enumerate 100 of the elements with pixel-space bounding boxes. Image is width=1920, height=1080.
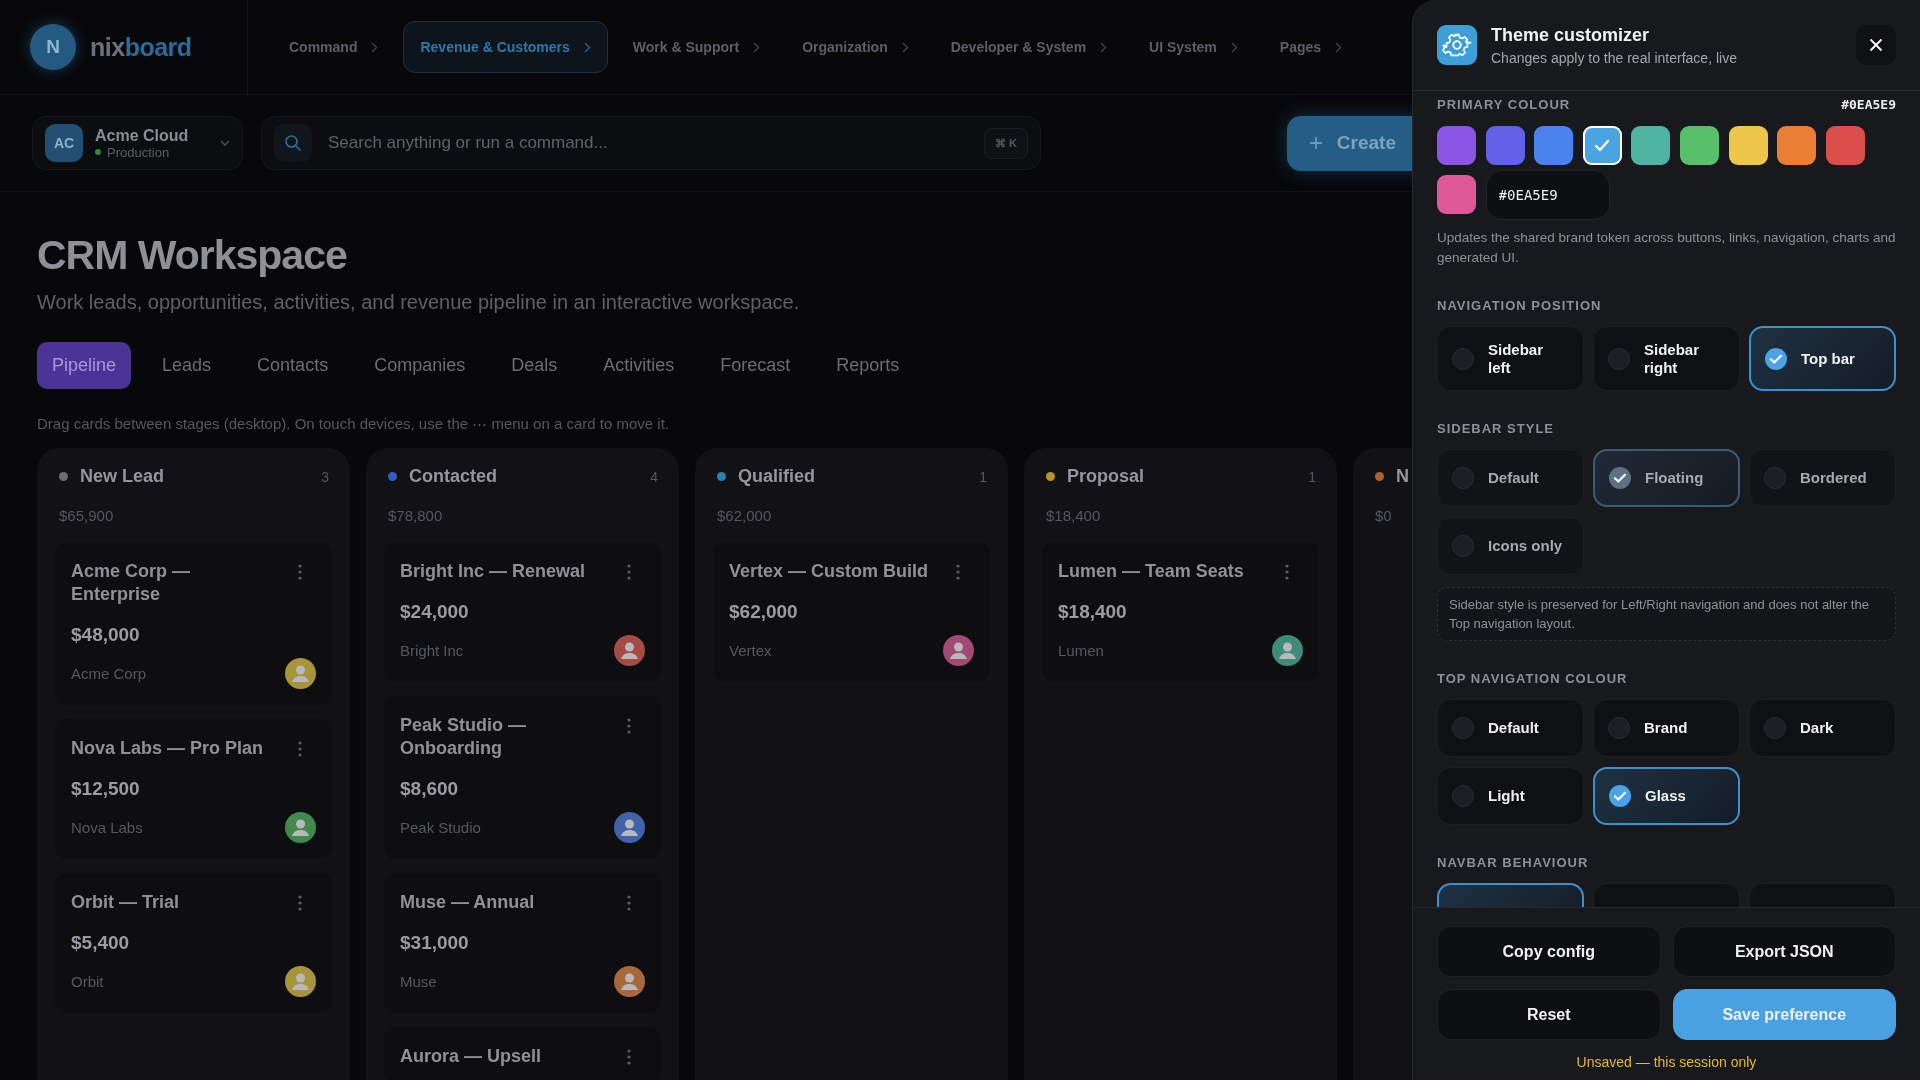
- panel-title: Theme customizer: [1491, 24, 1651, 46]
- deal-card[interactable]: Vertex — Custom Build $62,000 Vertex: [713, 542, 990, 682]
- more-icon[interactable]: [627, 1049, 631, 1065]
- colour-swatch[interactable]: [1825, 126, 1865, 165]
- chevron-right-icon: [901, 41, 909, 53]
- more-icon[interactable]: [627, 564, 631, 580]
- colour-swatch[interactable]: [1679, 126, 1719, 165]
- colour-swatch[interactable]: [1534, 126, 1574, 165]
- plus-icon: [1308, 136, 1323, 150]
- radio-circle: [1764, 717, 1786, 739]
- workspace-avatar: AC: [45, 124, 83, 162]
- more-icon[interactable]: [1285, 564, 1289, 580]
- gear-icon: [1437, 25, 1477, 65]
- action-button[interactable]: Copy config: [1437, 926, 1661, 977]
- tab[interactable]: Forecast: [705, 342, 806, 389]
- colour-swatch[interactable]: [1485, 126, 1525, 165]
- tab[interactable]: Reports: [821, 342, 915, 389]
- more-icon[interactable]: [627, 718, 631, 734]
- close-button[interactable]: [1856, 25, 1896, 65]
- chevron-right-icon: [371, 41, 379, 53]
- option-card[interactable]: Sidebar left: [1437, 326, 1584, 391]
- action-button[interactable]: Reset: [1437, 989, 1661, 1040]
- deal-card[interactable]: Muse — Annual $31,000 Muse: [384, 873, 661, 1013]
- option-card[interactable]: Brand: [1593, 699, 1740, 757]
- chevron-down-icon: [220, 139, 230, 147]
- deal-title: Orbit — Trial: [71, 891, 180, 914]
- deal-card[interactable]: Lumen — Team Seats $18,400 Lumen: [1042, 542, 1319, 682]
- stage-total: $78,800: [388, 507, 444, 524]
- company-name: Muse: [400, 973, 437, 990]
- section-label: NAVIGATION POSITION: [1437, 298, 1603, 313]
- stage-count: 1: [979, 468, 987, 485]
- stage-total: $0: [1375, 507, 1393, 524]
- tab[interactable]: Pipeline: [37, 342, 132, 389]
- company-name: Acme Corp: [71, 665, 147, 682]
- option-card[interactable]: Top bar: [1749, 326, 1896, 391]
- colour-swatch[interactable]: [1437, 175, 1476, 214]
- company-name: Lumen: [1058, 642, 1104, 659]
- company-name: Peak Studio: [400, 819, 481, 836]
- more-icon[interactable]: [298, 741, 302, 757]
- colour-value: #0EA5E9: [1841, 97, 1896, 112]
- tab[interactable]: Contacts: [242, 342, 344, 389]
- option-card[interactable]: Light: [1437, 767, 1584, 825]
- company-name: Nova Labs: [71, 819, 143, 836]
- deal-amount: $62,000: [729, 601, 799, 623]
- company-name: Bright Inc: [400, 642, 464, 659]
- tab[interactable]: Activities: [588, 342, 690, 389]
- check-circle-icon: [1609, 467, 1631, 489]
- deal-title: Vertex — Custom Build: [729, 560, 929, 583]
- nav-item[interactable]: Revenue & Customers: [403, 21, 608, 73]
- page-subtitle: Work leads, opportunities, activities, and revenue pipeline in an interactive workspace.: [37, 291, 801, 314]
- stage-name: N: [1396, 466, 1410, 487]
- colour-swatch[interactable]: [1631, 126, 1671, 165]
- stage-name: Proposal: [1067, 466, 1146, 487]
- section-label: PRIMARY COLOUR: [1437, 97, 1571, 112]
- status-text: Unsaved — this session only: [1575, 1054, 1758, 1070]
- option-card[interactable]: Sidebar right: [1593, 326, 1740, 391]
- deal-card[interactable]: Aurora — Upsell: [384, 1027, 661, 1080]
- option-card[interactable]: Dark: [1749, 699, 1896, 757]
- workspace-name: Acme Cloud: [95, 126, 189, 145]
- deal-card[interactable]: Nova Labs — Pro Plan $12,500 Nova Labs: [55, 719, 332, 859]
- option-card[interactable]: Default: [1437, 699, 1584, 757]
- deal-card[interactable]: Peak Studio — Onboarding $8,600 Peak Studio: [384, 696, 661, 859]
- deal-card[interactable]: Bright Inc — Renewal $24,000 Bright Inc: [384, 542, 661, 682]
- check-icon: [1594, 139, 1611, 152]
- radio-circle: [1608, 347, 1630, 370]
- colour-swatch[interactable]: [1728, 126, 1768, 165]
- radio-circle: [1452, 785, 1474, 807]
- deal-title: Muse — Annual: [400, 891, 535, 914]
- stage-count: 3: [321, 468, 329, 485]
- radio-circle: [1452, 347, 1474, 370]
- more-icon[interactable]: [956, 564, 960, 580]
- colour-swatch[interactable]: [1582, 126, 1622, 165]
- help-text: Updates the shared brand token across buttons, links, navigation, charts and generated UI.: [1437, 229, 1896, 267]
- colour-swatch[interactable]: [1437, 126, 1476, 165]
- hex-input[interactable]: #0EA5E9: [1485, 170, 1610, 220]
- more-icon[interactable]: [627, 895, 631, 911]
- stage-name: Contacted: [409, 466, 498, 487]
- more-icon[interactable]: [298, 895, 302, 911]
- radio-circle: [1452, 717, 1474, 739]
- stage-count: 4: [650, 468, 658, 485]
- deal-card[interactable]: Acme Corp — Enterprise $48,000 Acme Corp: [55, 542, 332, 705]
- action-button[interactable]: Export JSON: [1672, 926, 1896, 977]
- tab[interactable]: Companies: [359, 342, 481, 389]
- search-field[interactable]: Search anything or run a command...: [326, 132, 970, 154]
- section-label: SIDEBAR STYLE: [1437, 421, 1555, 436]
- colour-swatch[interactable]: [1777, 126, 1817, 165]
- logo-badge: N: [30, 24, 76, 70]
- tab[interactable]: Deals: [496, 342, 573, 389]
- deal-card[interactable]: Orbit — Trial $5,400 Orbit: [55, 873, 332, 1013]
- close-icon: [1869, 38, 1883, 52]
- hint-text: Drag cards between stages (desktop). On touch devices, use the ⋯ menu on a card to move it.: [37, 415, 670, 433]
- workspace-environment: Production: [95, 144, 170, 160]
- workspace-switcher[interactable]: AC Acme Cloud Production: [32, 116, 243, 170]
- stage-name: Qualified: [738, 466, 816, 487]
- more-icon[interactable]: [298, 564, 302, 580]
- deal-title: Lumen — Team Seats: [1058, 560, 1244, 583]
- company-name: Vertex: [729, 642, 772, 659]
- option-card[interactable]: Glass: [1593, 767, 1740, 825]
- deal-title: Bright Inc — Renewal: [400, 560, 586, 583]
- tab[interactable]: Leads: [147, 342, 227, 389]
